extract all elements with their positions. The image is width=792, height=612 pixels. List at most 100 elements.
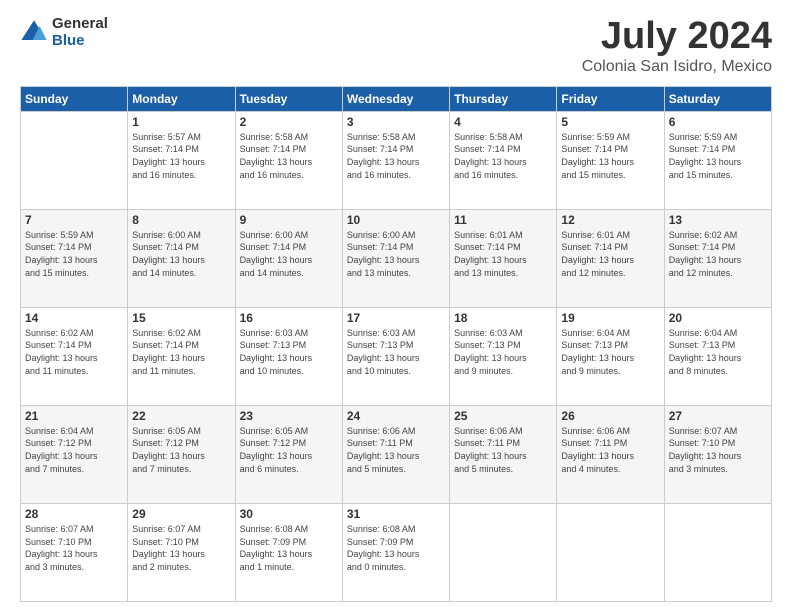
day-number: 25 <box>454 409 552 423</box>
day-number: 19 <box>561 311 659 325</box>
calendar-cell: 3 Sunrise: 5:58 AM Sunset: 7:14 PM Daylig… <box>342 111 449 209</box>
calendar-cell: 19 Sunrise: 6:04 AM Sunset: 7:13 PM Dayli… <box>557 307 664 405</box>
calendar-cell: 16 Sunrise: 6:03 AM Sunset: 7:13 PM Dayli… <box>235 307 342 405</box>
week-row-2: 7 Sunrise: 5:59 AM Sunset: 7:14 PM Daylig… <box>21 209 772 307</box>
day-info: Sunrise: 6:05 AM Sunset: 7:12 PM Dayligh… <box>240 425 338 475</box>
day-number: 20 <box>669 311 767 325</box>
calendar-cell: 23 Sunrise: 6:05 AM Sunset: 7:12 PM Dayli… <box>235 405 342 503</box>
day-number: 11 <box>454 213 552 227</box>
day-number: 9 <box>240 213 338 227</box>
day-info: Sunrise: 6:08 AM Sunset: 7:09 PM Dayligh… <box>347 523 445 573</box>
calendar-cell <box>450 503 557 601</box>
day-info: Sunrise: 5:58 AM Sunset: 7:14 PM Dayligh… <box>240 131 338 181</box>
day-number: 6 <box>669 115 767 129</box>
day-info: Sunrise: 6:00 AM Sunset: 7:14 PM Dayligh… <box>347 229 445 279</box>
calendar-cell: 10 Sunrise: 6:00 AM Sunset: 7:14 PM Dayli… <box>342 209 449 307</box>
day-number: 14 <box>25 311 123 325</box>
week-row-4: 21 Sunrise: 6:04 AM Sunset: 7:12 PM Dayli… <box>21 405 772 503</box>
calendar-cell: 31Sunrise: 6:08 AM Sunset: 7:09 PM Dayli… <box>342 503 449 601</box>
calendar-cell: 26 Sunrise: 6:06 AM Sunset: 7:11 PM Dayli… <box>557 405 664 503</box>
day-info: Sunrise: 6:03 AM Sunset: 7:13 PM Dayligh… <box>454 327 552 377</box>
day-number: 27 <box>669 409 767 423</box>
calendar-cell: 11 Sunrise: 6:01 AM Sunset: 7:14 PM Dayli… <box>450 209 557 307</box>
day-info: Sunrise: 6:08 AM Sunset: 7:09 PM Dayligh… <box>240 523 338 573</box>
calendar-cell: 29Sunrise: 6:07 AM Sunset: 7:10 PM Dayli… <box>128 503 235 601</box>
day-number: 13 <box>669 213 767 227</box>
day-number: 3 <box>347 115 445 129</box>
day-info: Sunrise: 6:00 AM Sunset: 7:14 PM Dayligh… <box>240 229 338 279</box>
calendar-cell: 25 Sunrise: 6:06 AM Sunset: 7:11 PM Dayli… <box>450 405 557 503</box>
calendar: SundayMondayTuesdayWednesdayThursdayFrid… <box>20 86 772 602</box>
day-info: Sunrise: 6:00 AM Sunset: 7:14 PM Dayligh… <box>132 229 230 279</box>
calendar-header-row: SundayMondayTuesdayWednesdayThursdayFrid… <box>21 86 772 111</box>
logo-text: General Blue <box>52 16 108 49</box>
calendar-cell: 24Sunrise: 6:06 AM Sunset: 7:11 PM Dayli… <box>342 405 449 503</box>
day-number: 23 <box>240 409 338 423</box>
day-info: Sunrise: 5:58 AM Sunset: 7:14 PM Dayligh… <box>347 131 445 181</box>
calendar-cell: 15Sunrise: 6:02 AM Sunset: 7:14 PM Dayli… <box>128 307 235 405</box>
day-info: Sunrise: 6:03 AM Sunset: 7:13 PM Dayligh… <box>240 327 338 377</box>
calendar-cell: 12Sunrise: 6:01 AM Sunset: 7:14 PM Dayli… <box>557 209 664 307</box>
day-number: 22 <box>132 409 230 423</box>
calendar-cell <box>557 503 664 601</box>
day-info: Sunrise: 6:06 AM Sunset: 7:11 PM Dayligh… <box>561 425 659 475</box>
day-number: 1 <box>132 115 230 129</box>
day-number: 17 <box>347 311 445 325</box>
calendar-cell: 28 Sunrise: 6:07 AM Sunset: 7:10 PM Dayli… <box>21 503 128 601</box>
col-header-sunday: Sunday <box>21 86 128 111</box>
page: General Blue July 2024 Colonia San Isidr… <box>0 0 792 612</box>
week-row-3: 14Sunrise: 6:02 AM Sunset: 7:14 PM Dayli… <box>21 307 772 405</box>
day-number: 10 <box>347 213 445 227</box>
day-info: Sunrise: 6:06 AM Sunset: 7:11 PM Dayligh… <box>454 425 552 475</box>
day-info: Sunrise: 6:06 AM Sunset: 7:11 PM Dayligh… <box>347 425 445 475</box>
day-number: 16 <box>240 311 338 325</box>
day-number: 28 <box>25 507 123 521</box>
day-info: Sunrise: 5:59 AM Sunset: 7:14 PM Dayligh… <box>561 131 659 181</box>
day-number: 18 <box>454 311 552 325</box>
day-info: Sunrise: 6:07 AM Sunset: 7:10 PM Dayligh… <box>669 425 767 475</box>
calendar-cell: 5Sunrise: 5:59 AM Sunset: 7:14 PM Daylig… <box>557 111 664 209</box>
week-row-1: 1Sunrise: 5:57 AM Sunset: 7:14 PM Daylig… <box>21 111 772 209</box>
day-number: 21 <box>25 409 123 423</box>
subtitle: Colonia San Isidro, Mexico <box>582 58 772 76</box>
logo-icon <box>20 19 48 47</box>
day-info: Sunrise: 6:07 AM Sunset: 7:10 PM Dayligh… <box>25 523 123 573</box>
day-number: 30 <box>240 507 338 521</box>
col-header-monday: Monday <box>128 86 235 111</box>
calendar-cell: 8Sunrise: 6:00 AM Sunset: 7:14 PM Daylig… <box>128 209 235 307</box>
calendar-cell <box>21 111 128 209</box>
day-info: Sunrise: 5:58 AM Sunset: 7:14 PM Dayligh… <box>454 131 552 181</box>
calendar-cell: 14Sunrise: 6:02 AM Sunset: 7:14 PM Dayli… <box>21 307 128 405</box>
main-title: July 2024 <box>582 16 772 58</box>
day-number: 7 <box>25 213 123 227</box>
col-header-thursday: Thursday <box>450 86 557 111</box>
day-info: Sunrise: 6:04 AM Sunset: 7:13 PM Dayligh… <box>561 327 659 377</box>
week-row-5: 28 Sunrise: 6:07 AM Sunset: 7:10 PM Dayli… <box>21 503 772 601</box>
header: General Blue July 2024 Colonia San Isidr… <box>20 16 772 76</box>
day-info: Sunrise: 6:05 AM Sunset: 7:12 PM Dayligh… <box>132 425 230 475</box>
day-info: Sunrise: 6:02 AM Sunset: 7:14 PM Dayligh… <box>669 229 767 279</box>
logo-general: General <box>52 16 108 33</box>
day-number: 15 <box>132 311 230 325</box>
calendar-cell: 1Sunrise: 5:57 AM Sunset: 7:14 PM Daylig… <box>128 111 235 209</box>
day-number: 26 <box>561 409 659 423</box>
day-info: Sunrise: 5:59 AM Sunset: 7:14 PM Dayligh… <box>25 229 123 279</box>
day-info: Sunrise: 6:04 AM Sunset: 7:13 PM Dayligh… <box>669 327 767 377</box>
calendar-cell: 2Sunrise: 5:58 AM Sunset: 7:14 PM Daylig… <box>235 111 342 209</box>
day-info: Sunrise: 6:01 AM Sunset: 7:14 PM Dayligh… <box>454 229 552 279</box>
day-info: Sunrise: 6:04 AM Sunset: 7:12 PM Dayligh… <box>25 425 123 475</box>
calendar-cell: 7 Sunrise: 5:59 AM Sunset: 7:14 PM Daylig… <box>21 209 128 307</box>
calendar-cell: 30 Sunrise: 6:08 AM Sunset: 7:09 PM Dayli… <box>235 503 342 601</box>
col-header-tuesday: Tuesday <box>235 86 342 111</box>
calendar-cell: 4Sunrise: 5:58 AM Sunset: 7:14 PM Daylig… <box>450 111 557 209</box>
calendar-cell: 27 Sunrise: 6:07 AM Sunset: 7:10 PM Dayli… <box>664 405 771 503</box>
day-info: Sunrise: 5:59 AM Sunset: 7:14 PM Dayligh… <box>669 131 767 181</box>
day-number: 29 <box>132 507 230 521</box>
calendar-cell: 13 Sunrise: 6:02 AM Sunset: 7:14 PM Dayli… <box>664 209 771 307</box>
col-header-friday: Friday <box>557 86 664 111</box>
title-block: July 2024 Colonia San Isidro, Mexico <box>582 16 772 76</box>
logo: General Blue <box>20 16 108 49</box>
day-info: Sunrise: 6:03 AM Sunset: 7:13 PM Dayligh… <box>347 327 445 377</box>
calendar-cell: 21 Sunrise: 6:04 AM Sunset: 7:12 PM Dayli… <box>21 405 128 503</box>
day-info: Sunrise: 6:01 AM Sunset: 7:14 PM Dayligh… <box>561 229 659 279</box>
